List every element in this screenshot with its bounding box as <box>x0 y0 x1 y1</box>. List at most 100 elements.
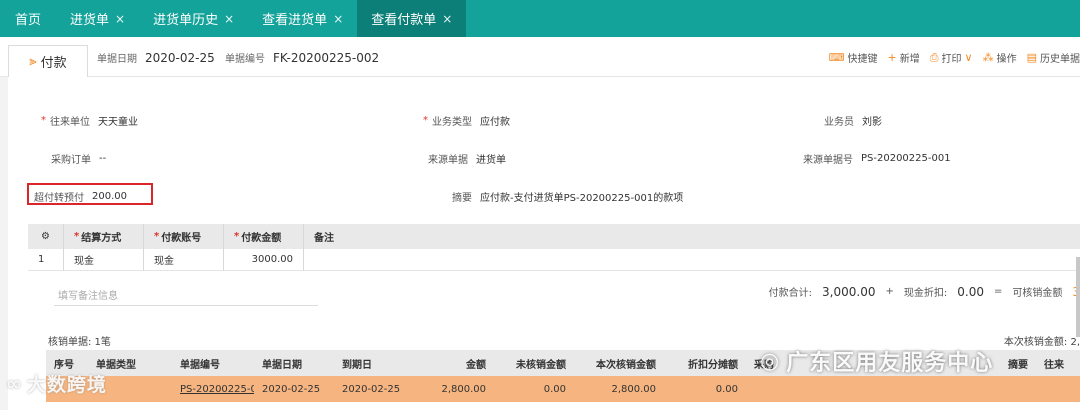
source-label: 来源单据 <box>428 155 468 166</box>
doc-type-tab[interactable]: ⫸ 付款 <box>8 45 88 77</box>
payment-grid-header: ⚙ * 结算方式 * 付款账号 * 付款金额 备注 <box>28 224 1080 249</box>
shortcut-label: 快捷键 <box>847 54 878 65</box>
print-button[interactable]: ⎙ 打印 ∨ <box>929 50 973 66</box>
keyboard-icon: ⌨ <box>828 51 845 64</box>
row-method[interactable]: 现金 <box>64 249 144 270</box>
overpay-field[interactable]: 超付转预付 200.00 <box>34 189 127 204</box>
source-no-field[interactable]: 来源单据号 PS-20200225-001 <box>803 151 951 166</box>
close-icon[interactable]: × <box>442 12 452 26</box>
col-unverified: 未核销金额 <box>516 359 566 371</box>
printer-icon: ⎙ <box>929 50 939 64</box>
close-icon[interactable]: × <box>115 12 125 26</box>
col-due: 到期日 <box>342 359 372 371</box>
summary-value: 应付款-支付进货单PS-20200225-001的款项 <box>480 193 684 204</box>
tab-label: 首页 <box>15 13 42 28</box>
print-label: 打印 <box>941 54 962 65</box>
table-row[interactable]: 1 现金 现金 3000.00 <box>28 249 1080 271</box>
summary-field[interactable]: 摘要 应付款-支付进货单PS-20200225-001的款项 <box>452 189 683 204</box>
col-discount: 折扣分摊额 <box>688 359 738 371</box>
col-method: * 结算方式 <box>64 224 144 249</box>
operate-button[interactable]: ⁂ 操作 <box>983 50 1017 65</box>
payment-grid: ⚙ * 结算方式 * 付款账号 * 付款金额 备注 1 现金 现金 3000.00 <box>28 224 1080 271</box>
tab-label: 查看付款单 <box>371 13 437 28</box>
col-docno: 单据编号 <box>180 359 220 371</box>
staff-field[interactable]: 业务员 刘影 <box>824 113 882 128</box>
row-amount[interactable]: 3000.00 <box>224 249 304 270</box>
po-label: 采购订单 <box>51 155 91 166</box>
table-row[interactable]: PS-20200225-001 2020-02-25 2020-02-25 2,… <box>46 376 1080 402</box>
po-value: -- <box>99 153 107 164</box>
col-account: * 付款账号 <box>144 224 224 249</box>
tab-view-payment[interactable]: 查看付款单 × <box>357 0 467 37</box>
biztype-label: 业务类型 <box>432 117 472 128</box>
new-button[interactable]: + 新增 <box>888 50 920 65</box>
chart-icon: ⫸ <box>29 54 37 69</box>
logo-icon: ∞ <box>6 372 23 395</box>
doc-type-label: 付款 <box>40 56 67 71</box>
row-note[interactable] <box>304 249 1080 270</box>
settings-icon[interactable]: ⚙ <box>28 224 64 249</box>
doc-date-label: 单据日期 <box>97 54 137 65</box>
doc-number-value: FK-20200225-002 <box>273 51 380 65</box>
partner-label: 往来单位 <box>50 117 90 128</box>
cell-rest <box>746 376 1080 402</box>
required-mark: * <box>41 115 46 126</box>
po-field[interactable]: 采购订单 -- <box>51 151 106 166</box>
remark-input[interactable]: 填写备注信息 <box>54 284 318 306</box>
overpay-label: 超付转预付 <box>34 193 84 204</box>
tab-label: 查看进货单 <box>262 13 328 28</box>
source-no-value: PS-20200225-001 <box>861 153 951 164</box>
source-field[interactable]: 来源单据 进货单 <box>428 151 506 166</box>
partner-field[interactable]: * 往来单位 天天童业 <box>41 113 138 128</box>
col-this: 本次核销金额 <box>596 359 656 371</box>
document-icon: ▤ <box>1026 51 1037 64</box>
pay-total-label: 付款合计: <box>768 288 813 299</box>
history-label: 历史单据 <box>1040 54 1080 65</box>
doc-date: 单据日期 2020-02-25 <box>97 50 215 65</box>
chevron-down-icon[interactable]: ∨ <box>965 51 973 64</box>
biztype-field[interactable]: * 业务类型 应付款 <box>423 113 510 128</box>
doc-header: ⫸ 付款 单据日期 2020-02-25 单据编号 FK-20200225-002 … <box>0 37 1080 77</box>
watermark-right: ◎ 广东区用友服务中心 <box>760 345 993 377</box>
partner-value: 天天童业 <box>98 117 138 128</box>
biztype-value: 应付款 <box>480 117 510 128</box>
tab-purchase-order[interactable]: 进货单 × <box>56 0 139 37</box>
cell-this[interactable]: 2,800.00 <box>574 376 664 402</box>
tab-label: 进货单历史 <box>153 13 219 28</box>
close-icon[interactable]: × <box>333 12 343 26</box>
cell-due: 2020-02-25 <box>342 383 401 395</box>
equals-sign: = <box>993 286 1003 297</box>
doc-number-label: 单据编号 <box>225 54 265 65</box>
col-amount: * 付款金额 <box>224 224 304 249</box>
col-partner: 往来 <box>1044 359 1064 371</box>
wechat-icon: ◎ <box>760 348 781 374</box>
summary-label: 摘要 <box>452 193 472 204</box>
operate-label: 操作 <box>996 54 1017 65</box>
tab-home[interactable]: 首页 <box>0 0 56 37</box>
shortcut-button[interactable]: ⌨ 快捷键 <box>829 50 878 65</box>
cell-discount[interactable]: 0.00 <box>664 376 746 402</box>
totals-bar: 付款合计: 3,000.00 + 现金折扣: 0.00 = 可核销金额 3 <box>768 284 1080 300</box>
staff-label: 业务员 <box>824 117 854 128</box>
grid-icon: ⁂ <box>982 51 994 64</box>
pay-total-value: 3,000.00 <box>822 284 876 299</box>
top-nav: 首页 进货单 × 进货单历史 × 查看进货单 × 查看付款单 × <box>0 0 1080 37</box>
tab-purchase-history[interactable]: 进货单历史 × <box>139 0 248 37</box>
cell-amount: 2,800.00 <box>441 383 486 395</box>
doc-date-value: 2020-02-25 <box>145 51 215 65</box>
row-account[interactable]: 现金 <box>144 249 224 270</box>
row-index: 1 <box>28 249 64 270</box>
col-date: 单据日期 <box>262 359 302 371</box>
scrollbar[interactable] <box>1076 257 1080 337</box>
cell-unverified: 0.00 <box>543 383 566 395</box>
discount-value: 0.00 <box>957 284 984 299</box>
watermark-left: ∞ 大数跨境 <box>6 370 107 397</box>
col-amount: 金额 <box>466 359 486 371</box>
close-icon[interactable]: × <box>224 12 234 26</box>
history-button[interactable]: ▤ 历史单据 <box>1027 50 1080 65</box>
source-value: 进货单 <box>476 155 506 166</box>
verify-count: 核销单据: 1笔 <box>48 337 111 348</box>
cell-docno-link[interactable]: PS-20200225-001 <box>172 376 254 402</box>
tab-label: 进货单 <box>70 13 110 28</box>
tab-view-purchase[interactable]: 查看进货单 × <box>248 0 357 37</box>
